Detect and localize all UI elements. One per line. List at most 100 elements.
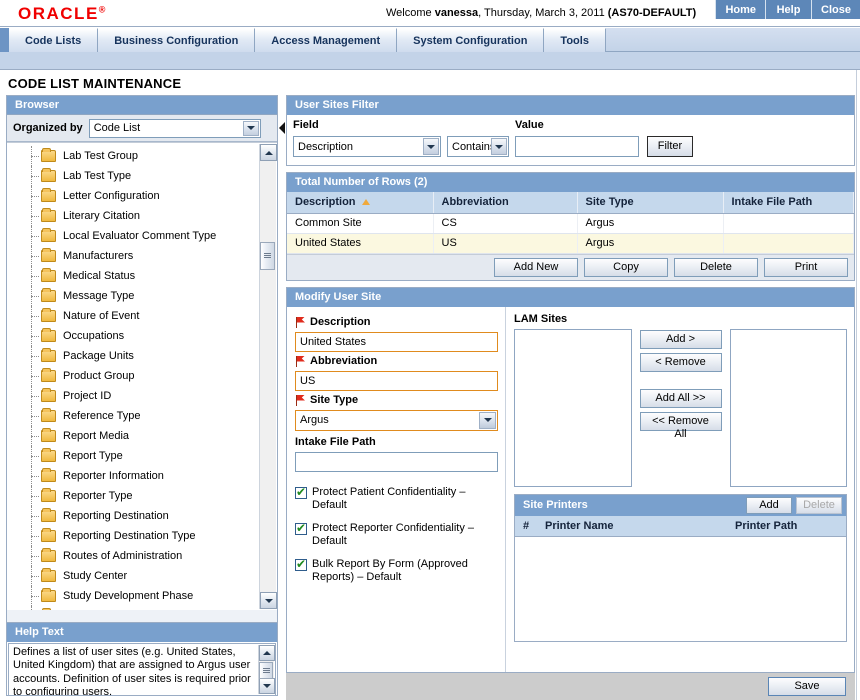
tree-item-message-type[interactable]: Message Type [7, 286, 258, 306]
sub-tab-bar [0, 52, 860, 70]
help-scroll-up-button[interactable] [259, 645, 275, 661]
organized-by-select[interactable]: Code List [88, 118, 261, 138]
column-header-intake-file-path[interactable]: Intake File Path [723, 192, 854, 214]
lam-add-all-button[interactable]: Add All >> [639, 388, 722, 408]
tree-item-user-sites[interactable]: User Sites [7, 606, 258, 610]
tree-guide-dash [31, 596, 39, 597]
close-link[interactable]: Close [812, 0, 860, 19]
folder-icon [41, 368, 56, 382]
protect-reporter-confidentiality-checkbox[interactable] [295, 521, 307, 535]
copy-button[interactable]: Copy [584, 257, 668, 277]
tree-item-medical-status[interactable]: Medical Status [7, 266, 258, 286]
cell-intake-file-path [723, 233, 854, 254]
tab-tools[interactable]: Tools [544, 28, 606, 52]
scroll-down-button[interactable] [260, 592, 277, 609]
tree-item-package-units[interactable]: Package Units [7, 346, 258, 366]
tree-item-lab-test-type[interactable]: Lab Test Type [7, 166, 258, 186]
help-scroll-down-button[interactable] [259, 678, 275, 694]
column-header-description[interactable]: Description [287, 192, 434, 214]
bulk-report-by-form-checkbox[interactable] [295, 557, 307, 571]
column-header-abbreviation[interactable]: Abbreviation [433, 192, 578, 214]
lam-add-button[interactable]: Add > [639, 329, 722, 349]
lam-sites-available-list[interactable] [514, 328, 632, 487]
add-new-button[interactable]: Add New [494, 257, 578, 277]
tree-item-project-id[interactable]: Project ID [7, 386, 258, 406]
browser-panel-title: Browser [7, 96, 277, 115]
abbreviation-field-label: Abbreviation [295, 354, 497, 369]
help-link[interactable]: Help [766, 0, 813, 19]
help-vertical-scrollbar[interactable] [258, 645, 275, 694]
tree-item-letter-configuration[interactable]: Letter Configuration [7, 186, 258, 206]
protect-patient-confidentiality-checkbox[interactable] [295, 485, 307, 499]
tab-business-configuration[interactable]: Business Configuration [98, 28, 256, 52]
bulk-report-by-form-row[interactable]: Bulk Report By Form (Approved Reports) –… [295, 557, 497, 585]
help-scroll-thumb[interactable] [259, 662, 273, 679]
chevron-down-icon[interactable] [242, 120, 259, 136]
print-button[interactable]: Print [764, 257, 848, 277]
welcome-environment: (AS70-DEFAULT) [607, 7, 697, 19]
chevron-down-icon[interactable] [491, 138, 507, 155]
tree-item-label: Project ID [63, 390, 112, 402]
tree-item-reporting-destination-type[interactable]: Reporting Destination Type [7, 526, 258, 546]
code-list-tree[interactable]: Lab Test Group Lab Test Type Letter Config… [7, 142, 277, 610]
save-button[interactable]: Save [768, 677, 846, 696]
scroll-thumb[interactable] [260, 242, 275, 270]
lam-sites-selected-list[interactable] [729, 328, 847, 487]
site-printers-body[interactable] [515, 536, 846, 641]
abbreviation-input[interactable] [295, 370, 498, 391]
tree-item-reporting-destination[interactable]: Reporting Destination [7, 506, 258, 526]
lam-remove-button[interactable]: < Remove [639, 352, 722, 372]
tree-vertical-scrollbar[interactable] [259, 144, 277, 609]
folder-icon [41, 408, 56, 422]
protect-patient-confidentiality-row[interactable]: Protect Patient Confidentiality – Defaul… [295, 485, 497, 513]
printer-add-button[interactable]: Add [746, 496, 792, 514]
tree-item-nature-of-event[interactable]: Nature of Event [7, 306, 258, 326]
lam-sites-buttons: Add > < Remove Add All >> << Remove All [639, 329, 722, 440]
site-type-label-text: Site Type [310, 394, 359, 406]
table-row[interactable]: United States US Argus [287, 233, 854, 254]
filter-button[interactable]: Filter [647, 136, 693, 157]
tree-item-report-type[interactable]: Report Type [7, 446, 258, 466]
site-type-select[interactable]: Argus [295, 409, 498, 431]
column-header-site-type[interactable]: Site Type [577, 192, 724, 214]
home-link[interactable]: Home [715, 0, 767, 19]
intake-file-path-input[interactable] [295, 451, 498, 472]
tree-item-manufacturers[interactable]: Manufacturers [7, 246, 258, 266]
scroll-up-button[interactable] [260, 144, 277, 161]
protect-reporter-confidentiality-row[interactable]: Protect Reporter Confidentiality – Defau… [295, 521, 497, 549]
filter-operator-select[interactable]: Contains [447, 136, 509, 157]
tree-guide-dash [31, 276, 39, 277]
panel-collapse-handle[interactable] [278, 118, 286, 138]
delete-button[interactable]: Delete [674, 257, 758, 277]
tree-item-reporter-type[interactable]: Reporter Type [7, 486, 258, 506]
tree-item-reporter-information[interactable]: Reporter Information [7, 466, 258, 486]
filter-value-input[interactable] [515, 136, 639, 157]
tree-guide-dash [31, 176, 39, 177]
welcome-message: Welcome vanessa, Thursday, March 3, 2011… [386, 7, 696, 19]
description-input[interactable] [295, 331, 498, 352]
chevron-down-icon[interactable] [479, 411, 496, 429]
tab-system-configuration[interactable]: System Configuration [397, 28, 545, 52]
tree-item-lab-test-group[interactable]: Lab Test Group [7, 146, 258, 166]
tab-code-lists[interactable]: Code Lists [9, 28, 99, 52]
filter-field-select[interactable]: Description [293, 136, 441, 157]
organized-by-label: Organized by [13, 122, 83, 134]
tree-item-product-group[interactable]: Product Group [7, 366, 258, 386]
tree-item-routes-of-administration[interactable]: Routes of Administration [7, 546, 258, 566]
tree-guide-dash [31, 156, 39, 157]
tree-item-occupations[interactable]: Occupations [7, 326, 258, 346]
tree-item-literary-citation[interactable]: Literary Citation [7, 206, 258, 226]
main-content-area: User Sites Filter Field Value Descriptio… [286, 95, 855, 696]
table-row[interactable]: Common Site CS Argus [287, 213, 854, 234]
chevron-down-icon[interactable] [423, 138, 439, 155]
tree-item-study-center[interactable]: Study Center [7, 566, 258, 586]
tab-access-management[interactable]: Access Management [255, 28, 398, 52]
tree-item-study-development-phase[interactable]: Study Development Phase [7, 586, 258, 606]
lam-remove-all-button[interactable]: << Remove All [639, 411, 722, 440]
tree-item-label: Reference Type [63, 410, 141, 422]
tree-item-reference-type[interactable]: Reference Type [7, 406, 258, 426]
tree-guide-dash [31, 536, 39, 537]
tree-item-report-media[interactable]: Report Media [7, 426, 258, 446]
tree-item-local-evaluator-comment-type[interactable]: Local Evaluator Comment Type [7, 226, 258, 246]
folder-icon [41, 308, 56, 322]
